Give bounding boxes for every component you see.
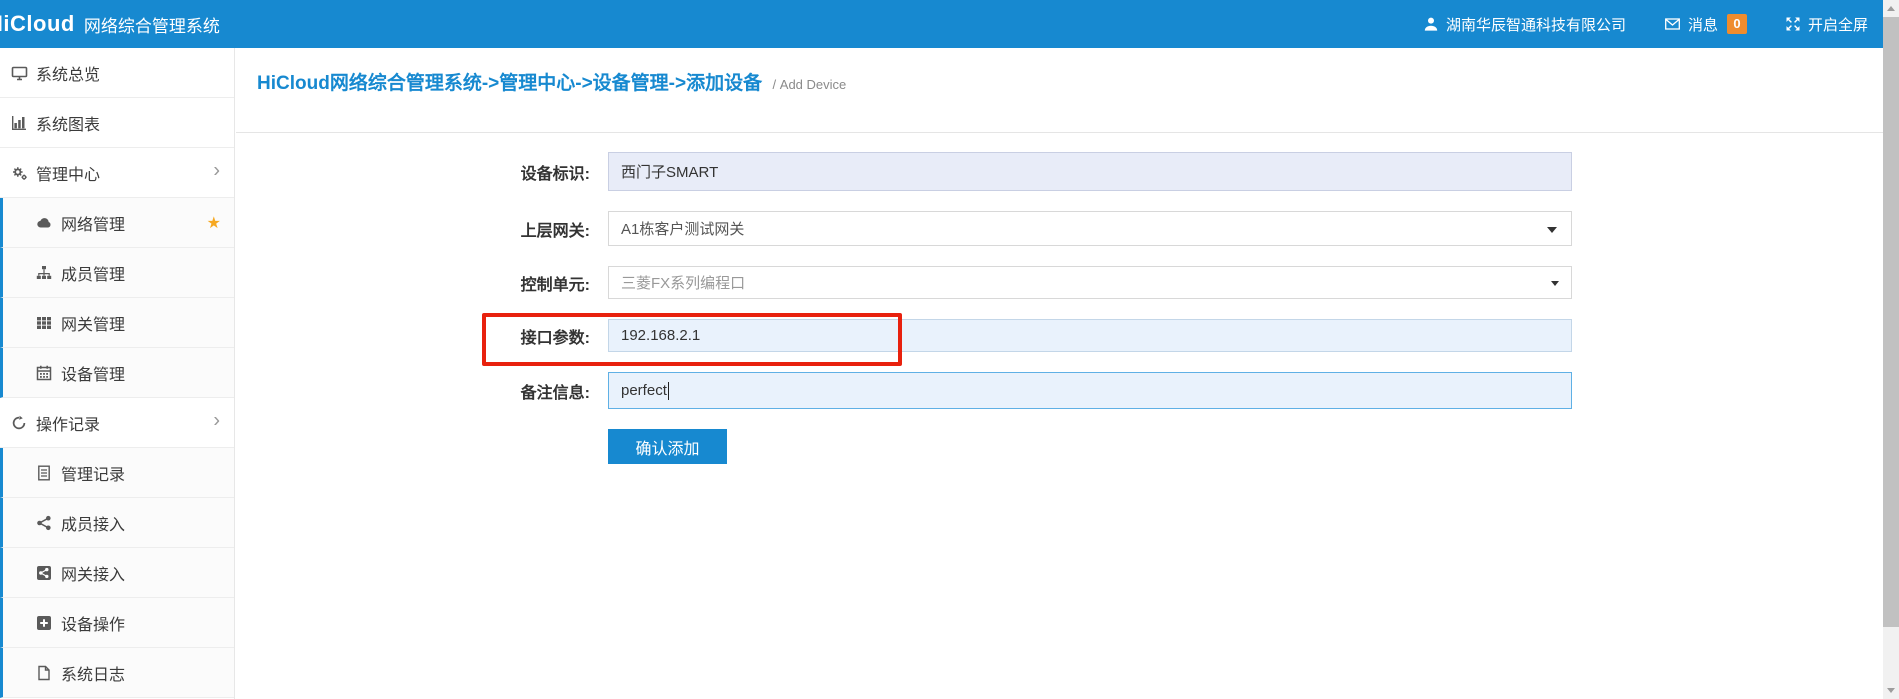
sidebar-item-device-management[interactable]: 设备管理	[0, 348, 234, 398]
interface-params-label: 接口参数:	[236, 324, 608, 348]
form-row-device-id: 设备标识: 西门子SMART	[236, 152, 1883, 191]
sidebar-item-label: 成员接入	[61, 511, 125, 535]
sidebar-item-system-overview[interactable]: 系统总览	[0, 48, 234, 98]
fullscreen-label: 开启全屏	[1808, 14, 1868, 35]
form-row-control-unit: 控制单元: 三菱FX系列编程口	[236, 266, 1883, 299]
sidebar-item-system-charts[interactable]: 系统图表	[0, 98, 234, 148]
sidebar-item-label: 设备管理	[61, 361, 125, 385]
breadcrumb-suffix: / Add Device	[773, 77, 847, 92]
sitemap-icon	[33, 265, 55, 281]
logo-subtitle: 网络综合管理系统	[84, 12, 220, 37]
text-cursor	[668, 382, 669, 400]
messages-menu[interactable]: 消息 0	[1664, 14, 1747, 35]
form-row-upper-gateway: 上层网关: A1栋客户测试网关	[236, 211, 1883, 246]
fullscreen-icon	[1785, 16, 1801, 32]
sidebar-item-member-management[interactable]: 成员管理	[0, 248, 234, 298]
envelope-icon	[1664, 16, 1681, 32]
sidebar-item-gateway-management[interactable]: 网关管理	[0, 298, 234, 348]
cloud-icon	[33, 215, 55, 231]
file-text-icon	[33, 465, 55, 481]
upper-gateway-select[interactable]: A1栋客户测试网关	[608, 211, 1572, 246]
device-id-value: 西门子SMART	[621, 161, 718, 182]
breadcrumb: HiCloud网络综合管理系统->管理中心->设备管理->添加设备 / Add …	[236, 48, 1883, 133]
interface-params-input[interactable]: 192.168.2.1	[608, 319, 1572, 352]
star-icon[interactable]: ★	[207, 213, 221, 233]
form-row-interface-params: 接口参数: 192.168.2.1	[236, 319, 1883, 352]
sidebar-item-system-log[interactable]: 系统日志	[0, 648, 234, 698]
sidebar-nav: 系统总览 系统图表 管理中心 › 网络管理 ★ 成员管理	[0, 48, 235, 699]
device-id-input[interactable]: 西门子SMART	[608, 152, 1572, 191]
top-bar: HiCloud 网络综合管理系统 湖南华辰智通科技有限公司 消息 0	[0, 0, 1883, 48]
sidebar-item-label: 管理记录	[61, 461, 125, 485]
chevron-right-icon: ›	[213, 409, 220, 432]
sidebar-item-label: 网关接入	[61, 561, 125, 585]
sidebar-item-member-access[interactable]: 成员接入	[0, 498, 234, 548]
sidebar-item-label: 系统图表	[36, 111, 100, 135]
bar-chart-icon	[8, 115, 30, 131]
calendar-icon	[33, 365, 55, 381]
sidebar-item-management-center[interactable]: 管理中心 ›	[0, 148, 234, 198]
history-icon	[8, 415, 30, 431]
sidebar-item-gateway-access[interactable]: 网关接入	[0, 548, 234, 598]
triangle-down-icon	[1887, 688, 1895, 693]
triangle-up-icon	[1887, 6, 1895, 11]
page: HiCloud 网络综合管理系统 湖南华辰智通科技有限公司 消息 0	[0, 0, 1899, 699]
breadcrumb-path: HiCloud网络综合管理系统->管理中心->设备管理->添加设备	[257, 73, 762, 94]
sidebar-item-label: 网关管理	[61, 311, 125, 335]
top-bar-right: 湖南华辰智通科技有限公司 消息 0 开启全屏	[1423, 0, 1868, 48]
control-unit-value: 三菱FX系列编程口	[621, 272, 745, 293]
caret-down-icon	[1547, 227, 1557, 233]
scrollbar-thumb[interactable]	[1883, 17, 1899, 627]
messages-count-badge: 0	[1727, 14, 1747, 34]
share-icon	[33, 515, 55, 531]
sidebar-item-device-operations[interactable]: 设备操作	[0, 598, 234, 648]
control-unit-label: 控制单元:	[236, 271, 608, 295]
caret-down-icon	[1551, 281, 1559, 286]
vertical-scrollbar[interactable]	[1883, 0, 1899, 699]
scroll-up-arrow[interactable]	[1883, 0, 1899, 17]
interface-params-value: 192.168.2.1	[621, 327, 700, 344]
file-icon	[33, 665, 55, 681]
account-menu[interactable]: 湖南华辰智通科技有限公司	[1423, 14, 1626, 35]
upper-gateway-label: 上层网关:	[236, 217, 608, 241]
scroll-down-arrow[interactable]	[1883, 682, 1899, 699]
plus-square-icon	[33, 615, 55, 631]
company-name: 湖南华辰智通科技有限公司	[1446, 14, 1626, 35]
remark-input[interactable]: perfect	[608, 372, 1572, 409]
upper-gateway-value: A1栋客户测试网关	[621, 218, 744, 239]
user-icon	[1423, 16, 1439, 32]
sidebar-item-management-records[interactable]: 管理记录	[0, 448, 234, 498]
main-content: HiCloud网络综合管理系统->管理中心->设备管理->添加设备 / Add …	[236, 48, 1883, 699]
monitor-icon	[8, 65, 30, 81]
confirm-add-button[interactable]: 确认添加	[608, 429, 727, 464]
form-row-remark: 备注信息: perfect	[236, 372, 1883, 409]
sidebar-item-label: 管理中心	[36, 161, 100, 185]
share-square-icon	[33, 565, 55, 581]
app-logo: HiCloud 网络综合管理系统	[0, 0, 220, 48]
sidebar-item-label: 操作记录	[36, 411, 100, 435]
sidebar-item-label: 系统总览	[36, 61, 100, 85]
sidebar-item-network-management[interactable]: 网络管理 ★	[0, 198, 234, 248]
grid-icon	[33, 315, 55, 331]
add-device-form: 设备标识: 西门子SMART 上层网关: A1栋客户测试网关 控制单元: 三菱F…	[236, 152, 1883, 464]
gears-icon	[8, 165, 30, 181]
remark-label: 备注信息:	[236, 379, 608, 403]
control-unit-select[interactable]: 三菱FX系列编程口	[608, 266, 1572, 299]
sidebar-item-label: 设备操作	[61, 611, 125, 635]
sidebar-item-label: 成员管理	[61, 261, 125, 285]
chevron-right-icon: ›	[213, 159, 220, 182]
remark-value: perfect	[621, 382, 667, 399]
sidebar-item-operation-records[interactable]: 操作记录 ›	[0, 398, 234, 448]
fullscreen-toggle[interactable]: 开启全屏	[1785, 14, 1868, 35]
logo-text: HiCloud	[0, 11, 75, 37]
device-id-label: 设备标识:	[236, 160, 608, 184]
sidebar-item-label: 系统日志	[61, 661, 125, 685]
sidebar-item-label: 网络管理	[61, 211, 125, 235]
messages-label: 消息	[1688, 14, 1718, 35]
